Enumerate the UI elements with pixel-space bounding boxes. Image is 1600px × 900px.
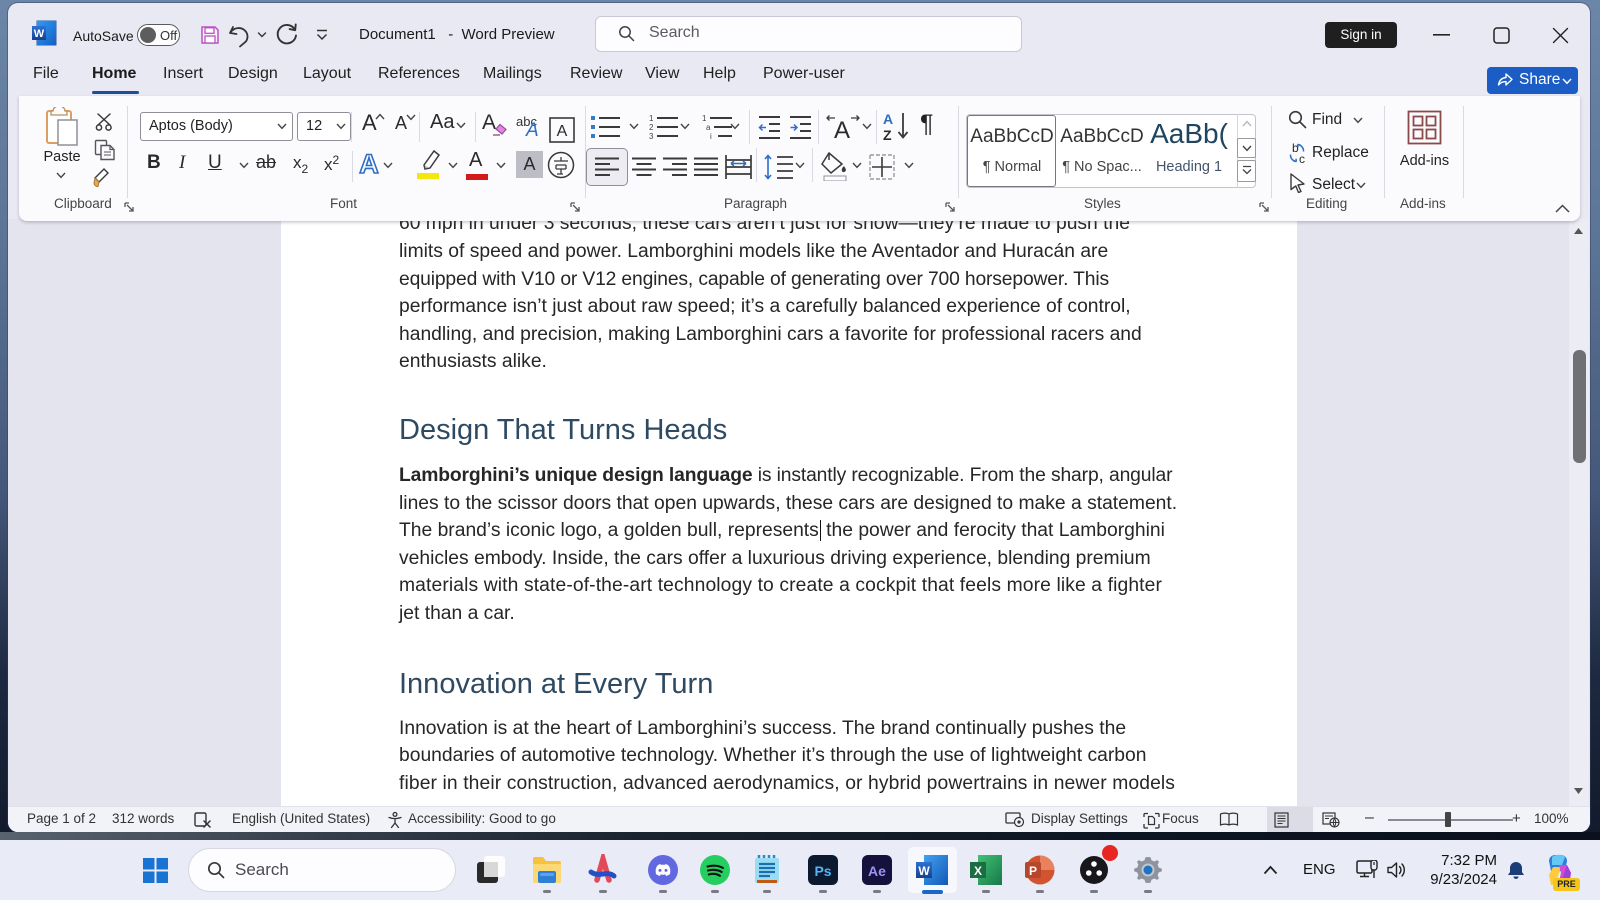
svg-text:X: X bbox=[974, 864, 982, 878]
svg-text:A: A bbox=[359, 149, 379, 177]
svg-text:A: A bbox=[883, 111, 893, 127]
svg-text:2: 2 bbox=[649, 123, 654, 132]
svg-text:Ps: Ps bbox=[814, 863, 831, 879]
svg-text:1: 1 bbox=[702, 114, 707, 123]
svg-text:3: 3 bbox=[649, 132, 654, 141]
svg-text:W: W bbox=[918, 864, 930, 878]
svg-text:1: 1 bbox=[649, 114, 654, 123]
svg-text:c: c bbox=[1299, 152, 1305, 164]
svg-text:P: P bbox=[1029, 864, 1037, 878]
svg-text:Z: Z bbox=[883, 127, 892, 141]
svg-text:A: A bbox=[557, 123, 568, 140]
svg-text:W: W bbox=[34, 28, 45, 40]
svg-text:Ae: Ae bbox=[868, 863, 886, 879]
svg-text:i: i bbox=[710, 132, 712, 141]
svg-text:A: A bbox=[834, 117, 850, 140]
svg-text:a: a bbox=[706, 123, 711, 132]
